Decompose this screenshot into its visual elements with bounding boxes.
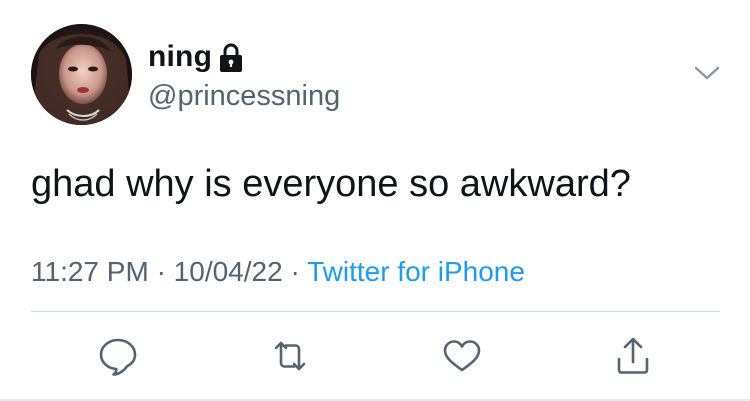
- reply-button[interactable]: [96, 334, 140, 378]
- heart-icon: [440, 334, 484, 378]
- user-handle[interactable]: @princessning: [148, 80, 340, 113]
- like-button[interactable]: [440, 334, 484, 378]
- display-name[interactable]: ning: [148, 40, 212, 74]
- tweet-metadata: 11:27 PM · 10/04/22 · Twitter for iPhone: [31, 256, 525, 288]
- chevron-down-icon[interactable]: [694, 64, 720, 82]
- avatar[interactable]: [31, 24, 132, 125]
- tweet-time[interactable]: 11:27 PM: [31, 256, 149, 287]
- tweet-date[interactable]: 10/04/22: [174, 256, 283, 287]
- divider: [31, 311, 720, 312]
- retweet-icon: [268, 334, 312, 378]
- lock-icon: [217, 43, 245, 73]
- speech-bubble-icon: [96, 334, 140, 378]
- share-icon: [611, 334, 655, 378]
- avatar-image: [31, 24, 132, 125]
- separator-dot: ·: [156, 256, 166, 287]
- tweet-source-link[interactable]: Twitter for iPhone: [307, 256, 525, 287]
- retweet-button[interactable]: [268, 334, 312, 378]
- share-button[interactable]: [611, 334, 655, 378]
- separator-dot: ·: [290, 256, 300, 287]
- tweet-text: ghad why is everyone so awkward?: [31, 163, 631, 205]
